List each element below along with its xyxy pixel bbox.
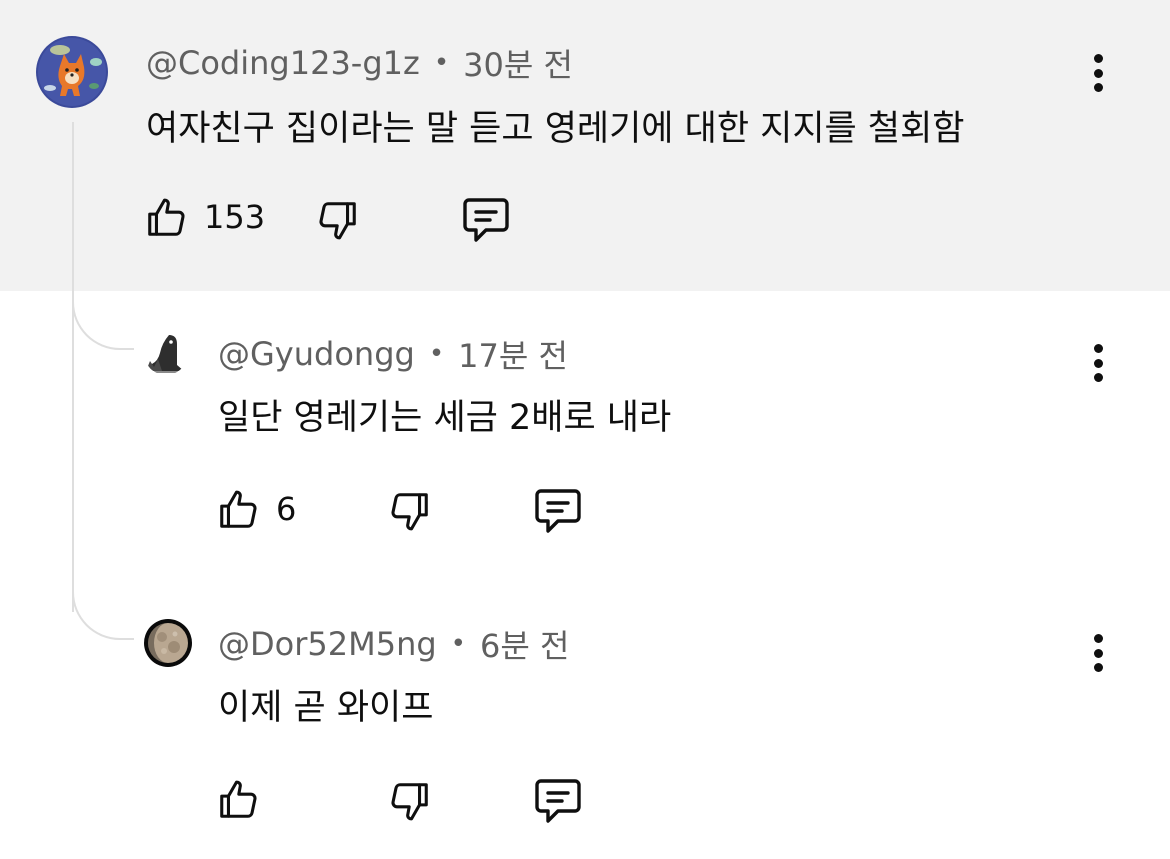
thumbs-down-icon [391, 493, 428, 531]
comment-author[interactable]: @Gyudongg [218, 335, 415, 373]
comment-text: 이제 곧 와이프 [218, 688, 434, 728]
thumbs-up-icon [220, 490, 257, 528]
reply-comment-icon [535, 489, 581, 533]
comment-header: @Dor52M5ng • 6분 전 [218, 621, 569, 667]
more-vertical-icon [1093, 634, 1103, 643]
comment-author[interactable]: @Dor52M5ng [218, 625, 437, 663]
reply-comment-icon [463, 198, 509, 242]
like-button[interactable]: 153 [144, 193, 265, 241]
comment-text: 여자친구 집이라는 말 듣고 영레기에 대한 지지를 철회함 [146, 109, 965, 149]
like-count: 153 [204, 198, 266, 236]
avatar[interactable] [144, 331, 188, 375]
thumbs-down-icon [391, 783, 428, 821]
comment-time[interactable]: 30분 전 [463, 40, 573, 86]
comment-time[interactable]: 17분 전 [458, 331, 568, 377]
more-vertical-icon [1093, 54, 1103, 63]
reply-comment-icon [535, 779, 581, 823]
more-options-button[interactable] [1083, 51, 1113, 95]
comment-time[interactable]: 6분 전 [480, 621, 569, 667]
like-count: 6 [276, 490, 297, 528]
like-button[interactable] [216, 775, 276, 823]
reply-connector [72, 582, 134, 640]
separator-dot: • [428, 339, 445, 369]
reply-button[interactable] [532, 776, 584, 826]
more-vertical-icon [1093, 344, 1103, 353]
more-options-button[interactable] [1083, 341, 1113, 385]
comment-author[interactable]: @Coding123-g1z [146, 44, 420, 82]
moon-avatar-icon [144, 619, 192, 667]
thumbs-down-icon [319, 202, 356, 240]
separator-dot: • [433, 48, 450, 78]
comment-header: @Gyudongg • 17분 전 [218, 331, 568, 377]
dislike-button[interactable] [386, 778, 432, 826]
comment-text: 일단 영레기는 세금 2배로 내라 [218, 398, 672, 438]
dislike-button[interactable] [386, 488, 432, 536]
thread-line [72, 122, 74, 612]
dislike-button[interactable] [314, 197, 360, 245]
more-options-button[interactable] [1083, 631, 1113, 675]
reply-button[interactable] [532, 486, 584, 536]
avatar[interactable] [144, 619, 192, 667]
shiba-dog-avatar-icon [36, 36, 108, 108]
bird-silhouette-avatar-icon [144, 331, 188, 375]
reply-connector [72, 292, 134, 350]
thumbs-up-icon [220, 780, 257, 818]
thumbs-up-icon [148, 198, 185, 236]
avatar[interactable] [36, 36, 108, 108]
like-button[interactable]: 6 [216, 485, 296, 533]
comment-header: @Coding123-g1z • 30분 전 [146, 40, 573, 86]
reply-button[interactable] [460, 195, 512, 245]
separator-dot: • [450, 629, 466, 659]
